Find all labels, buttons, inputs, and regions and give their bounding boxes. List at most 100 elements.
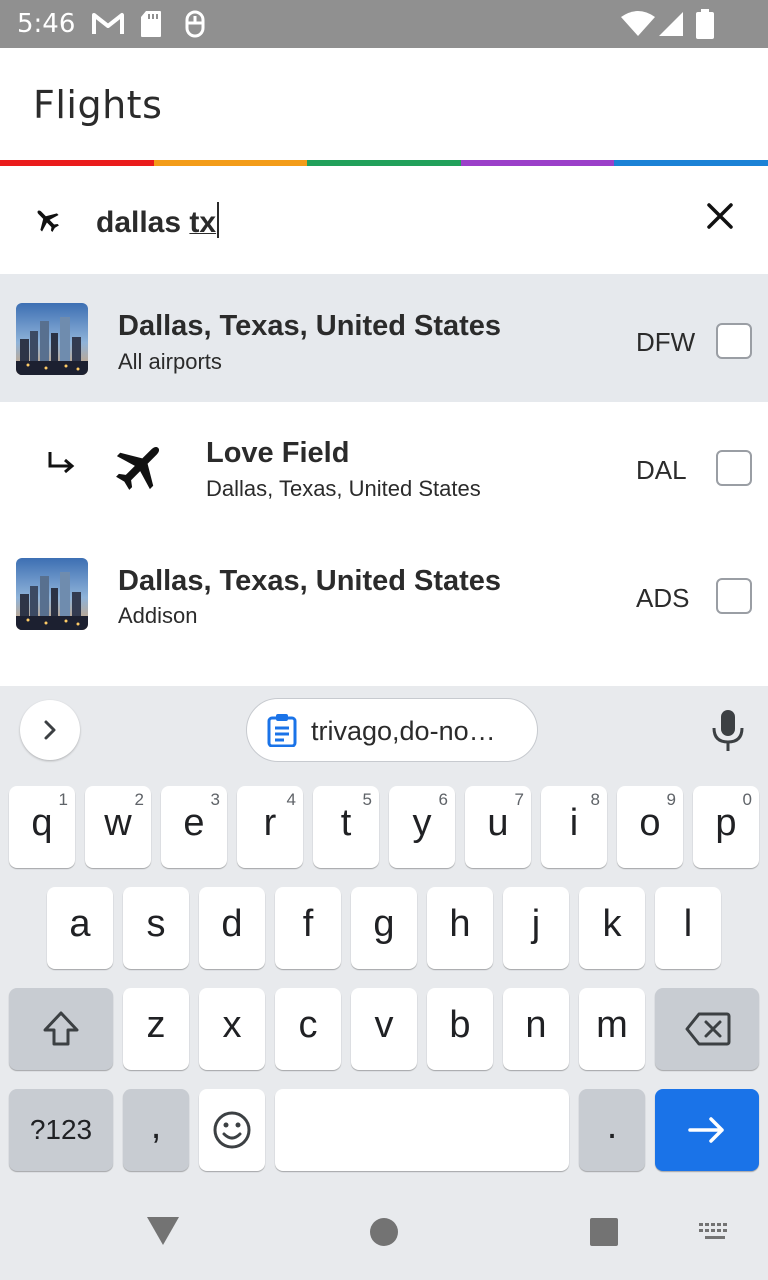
key-a[interactable]: a [47, 887, 113, 969]
back-icon[interactable] [146, 1216, 180, 1246]
key-label: f [302, 903, 314, 945]
keyboard-switch-icon[interactable] [698, 1222, 732, 1242]
screen: 5:46 Flights dallas tx Dallas, Texas, Un… [0, 0, 768, 1280]
city-thumbnail [16, 558, 88, 630]
result-item-dallas-all-airports[interactable]: Dallas, Texas, United States All airport… [0, 274, 768, 402]
keyboard-suggestion-strip: trivago,do-no… [0, 686, 768, 778]
key-label: g [373, 903, 395, 945]
airport-code: DFW [636, 327, 696, 357]
backspace-icon [685, 1012, 731, 1046]
search-input-text: dallas [96, 206, 190, 239]
key-t[interactable]: t5 [313, 786, 379, 868]
recents-icon[interactable] [589, 1217, 619, 1247]
battery-icon [696, 9, 714, 39]
on-screen-keyboard: trivago,do-no… q1 w2 e3 r4 t5 y6 u7 i8 o… [0, 686, 768, 1280]
result-checkbox[interactable] [716, 578, 752, 614]
clipboard-icon [267, 714, 297, 747]
space-key[interactable] [275, 1089, 569, 1171]
key-s[interactable]: s [123, 887, 189, 969]
key-label: k [602, 903, 622, 945]
search-input[interactable]: dallas tx [96, 202, 220, 240]
key-j[interactable]: j [503, 887, 569, 969]
backspace-key[interactable] [655, 988, 759, 1070]
result-title: Love Field [206, 437, 350, 469]
result-checkbox[interactable] [716, 450, 752, 486]
result-item-love-field[interactable]: Love Field Dallas, Texas, United States … [0, 402, 768, 530]
key-n[interactable]: n [503, 988, 569, 1070]
airplane-icon [37, 210, 59, 232]
symbols-key[interactable]: ?123 [9, 1089, 113, 1171]
chevron-right-icon [44, 720, 56, 740]
key-i[interactable]: i8 [541, 786, 607, 868]
arrow-right-icon [688, 1117, 724, 1143]
result-title: Dallas, Texas, United States [118, 565, 502, 597]
key-hint: 0 [742, 790, 752, 809]
key-z[interactable]: z [123, 988, 189, 1070]
key-hint: 7 [514, 790, 524, 809]
key-b[interactable]: b [427, 988, 493, 1070]
key-l[interactable]: l [655, 887, 721, 969]
wifi-icon [621, 11, 655, 36]
key-w[interactable]: w2 [85, 786, 151, 868]
key-e[interactable]: e3 [161, 786, 227, 868]
gmail-icon [92, 13, 124, 34]
key-r[interactable]: r4 [237, 786, 303, 868]
key-o[interactable]: o9 [617, 786, 683, 868]
shift-icon [43, 1011, 79, 1046]
result-subtitle: All airports [118, 349, 222, 374]
key-label: c [298, 1004, 318, 1046]
key-x[interactable]: x [199, 988, 265, 1070]
key-hint: 6 [438, 790, 448, 809]
key-label: . [606, 1105, 618, 1147]
enter-key[interactable] [655, 1089, 759, 1171]
expand-toolbar-button[interactable] [20, 700, 80, 760]
key-label: b [449, 1004, 471, 1046]
key-v[interactable]: v [351, 988, 417, 1070]
emoji-icon [213, 1111, 251, 1149]
key-k[interactable]: k [579, 887, 645, 969]
key-hint: 8 [590, 790, 600, 809]
key-f[interactable]: f [275, 887, 341, 969]
key-label: s [146, 903, 166, 945]
result-item-dallas-addison[interactable]: Dallas, Texas, United States Addison ADS [0, 530, 768, 686]
key-hint: 4 [286, 790, 296, 809]
key-d[interactable]: d [199, 887, 265, 969]
key-c[interactable]: c [275, 988, 341, 1070]
microphone-icon[interactable] [708, 708, 748, 752]
key-y[interactable]: y6 [389, 786, 455, 868]
key-m[interactable]: m [579, 988, 645, 1070]
result-subtitle: Dallas, Texas, United States [206, 476, 481, 501]
key-hint: 9 [666, 790, 676, 809]
sd-card-icon [141, 11, 161, 37]
emoji-key[interactable] [199, 1089, 265, 1171]
key-label: a [69, 903, 91, 945]
period-key[interactable]: . [579, 1089, 645, 1171]
close-icon[interactable] [700, 196, 740, 236]
key-label: n [525, 1004, 547, 1046]
key-hint: 1 [58, 790, 68, 809]
search-bar: dallas tx [0, 166, 768, 274]
status-bar: 5:46 [0, 0, 768, 48]
key-hint: 2 [134, 790, 144, 809]
system-navigation-bar [0, 1192, 768, 1280]
shift-key[interactable] [9, 988, 113, 1070]
airport-code: DAL [636, 455, 687, 485]
result-checkbox[interactable] [716, 323, 752, 359]
city-thumbnail [16, 303, 88, 375]
search-input-composing-text: tx [189, 206, 217, 239]
key-label: m [596, 1004, 628, 1046]
key-u[interactable]: u7 [465, 786, 531, 868]
clipboard-suggestion-chip[interactable]: trivago,do-no… [246, 698, 538, 762]
key-q[interactable]: q1 [9, 786, 75, 868]
key-label: d [221, 903, 243, 945]
cell-signal-icon [659, 12, 683, 36]
page-title: Flights [33, 83, 163, 127]
comma-key[interactable]: , [123, 1089, 189, 1171]
key-label: h [449, 903, 471, 945]
key-label: l [683, 903, 693, 945]
key-h[interactable]: h [427, 887, 493, 969]
home-icon[interactable] [369, 1217, 399, 1247]
key-p[interactable]: p0 [693, 786, 759, 868]
status-time: 5:46 [17, 9, 76, 39]
key-g[interactable]: g [351, 887, 417, 969]
